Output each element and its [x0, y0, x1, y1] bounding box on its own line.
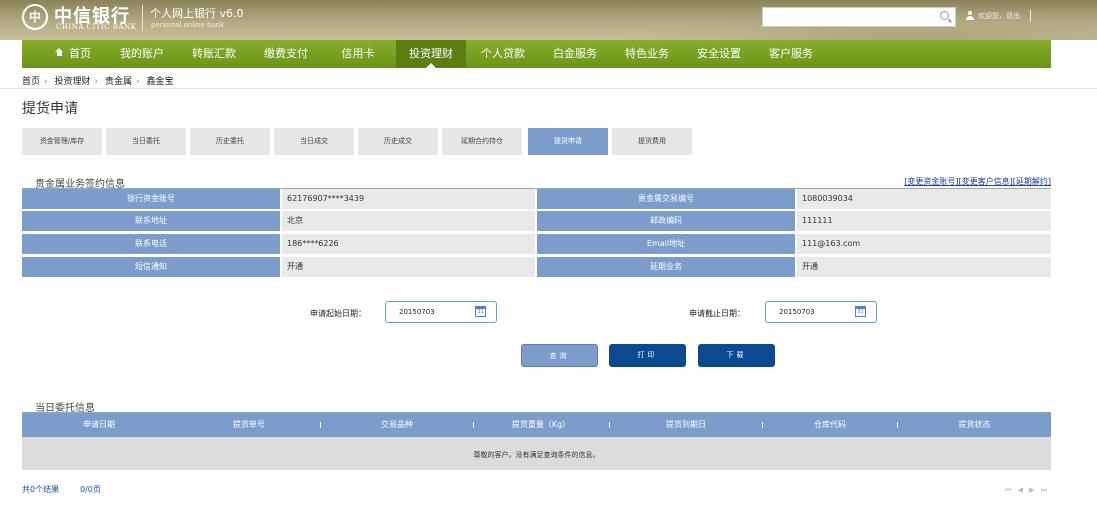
- info-row: 联系电话 186****6226 Email地址 111@163.com: [22, 234, 1051, 254]
- tab-history-orders[interactable]: 历史委托: [190, 128, 272, 155]
- nav-item-payment[interactable]: 缴费支付: [252, 40, 320, 68]
- search-icon[interactable]: [940, 11, 949, 20]
- nav-item-home[interactable]: 首页: [42, 40, 104, 68]
- info-label: 邮政编码: [537, 211, 795, 231]
- info-value: 北京: [282, 211, 535, 231]
- main-nav: 首页 我的账户 转账汇款 缴费支付 信用卡 投资理财 个人贷款 白金服务 特色业…: [22, 40, 1051, 68]
- info-label: 银行资金账号: [22, 189, 280, 209]
- breadcrumb-divider: [0, 88, 1097, 89]
- sign-info-links[interactable]: [变更资金账号][变更客户信息][延期解约]: [904, 176, 1051, 187]
- tab-today-orders[interactable]: 当日委托: [106, 128, 188, 155]
- start-date-label: 申请起始日期：: [310, 309, 366, 318]
- breadcrumb-investment[interactable]: 投资理财: [55, 77, 91, 87]
- start-date-field[interactable]: 20150703 31: [385, 301, 497, 323]
- info-label: Email地址: [537, 234, 795, 254]
- search-input[interactable]: [762, 7, 956, 27]
- nav-item-loans[interactable]: 个人贷款: [468, 40, 538, 68]
- breadcrumb-current: 鑫金宝: [146, 77, 174, 87]
- end-date-label: 申请截止日期：: [689, 309, 745, 318]
- calendar-icon[interactable]: 31: [855, 306, 866, 317]
- nav-item-customer-service[interactable]: 客户服务: [756, 40, 826, 68]
- column-header: 提货重量（Kg）: [511, 420, 571, 429]
- empty-results-message: 尊敬的客户，没有满足查询条件的信息。: [22, 437, 1051, 470]
- end-date-value: 20150703: [779, 308, 815, 316]
- end-date-field[interactable]: 20150703 31: [765, 301, 877, 323]
- bank-name-en: CHINA CITIC BANK: [56, 23, 137, 31]
- info-label: 联系地址: [22, 211, 280, 231]
- user-divider: [1030, 10, 1031, 22]
- info-label: 联系电话: [22, 234, 280, 254]
- nav-item-transfer[interactable]: 转账汇款: [180, 40, 248, 68]
- tab-fund-management[interactable]: 资金管理/库存: [22, 128, 104, 155]
- app-title: 个人网上银行 v6.0: [150, 7, 244, 20]
- breadcrumb-separator: ›: [136, 77, 140, 87]
- tab-history-deals[interactable]: 历史成交: [358, 128, 440, 155]
- result-count: 共0个结果: [22, 485, 60, 494]
- header-banner: 中 中信银行 CHINA CITIC BANK 个人网上银行 v6.0 pers…: [0, 0, 1097, 40]
- column-header: 交易品种: [381, 420, 413, 429]
- query-button[interactable]: 查询: [521, 344, 598, 367]
- nav-item-special[interactable]: 特色业务: [612, 40, 682, 68]
- tab-today-deals[interactable]: 当日成交: [274, 128, 356, 155]
- info-row: 联系地址 北京 邮政编码 111111: [22, 211, 1051, 231]
- user-welcome-text[interactable]: 欢迎您，退出: [978, 11, 1020, 21]
- column-header: 申请日期: [83, 420, 115, 429]
- info-label: 延期业务: [537, 257, 795, 277]
- info-label: 短信通知: [22, 257, 280, 277]
- tab-delivery-application[interactable]: 提货申请: [528, 128, 610, 155]
- nav-item-security[interactable]: 安全设置: [684, 40, 754, 68]
- nav-item-credit-card[interactable]: 信用卡: [324, 40, 392, 68]
- start-date-value: 20150703: [399, 308, 435, 316]
- breadcrumb-separator: ›: [94, 77, 99, 87]
- column-header: 仓库代码: [814, 420, 846, 429]
- breadcrumb-precious-metals[interactable]: 贵金属: [105, 77, 132, 87]
- calendar-icon[interactable]: 31: [475, 306, 486, 317]
- column-header: 提货状态: [958, 420, 991, 429]
- print-button[interactable]: 打印: [609, 344, 686, 367]
- home-icon: [55, 48, 64, 57]
- info-value: 1080039034: [797, 189, 1051, 209]
- column-header: 提货单号: [233, 420, 265, 429]
- nav-item-platinum[interactable]: 白金服务: [540, 40, 610, 68]
- nav-item-my-account[interactable]: 我的账户: [108, 40, 176, 68]
- download-button[interactable]: 下载: [698, 344, 775, 367]
- page-title: 提货申请: [22, 101, 78, 117]
- logo-divider: [142, 5, 143, 31]
- page-indicator: 0/0页: [80, 485, 101, 494]
- info-value: 111@163.com: [797, 234, 1051, 254]
- info-row: 短信通知 开通 延期业务 开通: [22, 257, 1051, 277]
- breadcrumb: 首页 › 投资理财 › 贵金属 › 鑫金宝: [22, 74, 177, 87]
- info-label: 贵金属交易编号: [537, 189, 795, 209]
- bank-logo-icon: 中: [22, 4, 48, 30]
- info-value: 开通: [282, 257, 535, 277]
- info-row: 银行资金账号 62176907****3439 贵金属交易编号 10800390…: [22, 189, 1051, 209]
- info-value: 111111: [797, 211, 1051, 231]
- user-icon: [966, 11, 974, 20]
- app-subtitle: personal online bank: [151, 21, 225, 29]
- breadcrumb-separator: ›: [44, 77, 48, 87]
- column-divider: [320, 422, 321, 428]
- info-value: 62176907****3439: [282, 189, 535, 209]
- nav-item-investment[interactable]: 投资理财: [396, 40, 466, 68]
- pagination-controls[interactable]: ⏮ ◀ ▶ ⏭: [1005, 486, 1049, 495]
- info-value: 186****6226: [282, 234, 535, 254]
- info-value: 开通: [797, 257, 1051, 277]
- results-table-header: 申请日期 提货单号 交易品种 提货重量（Kg） 提货到期日 仓库代码 提货状态: [22, 413, 1051, 437]
- column-header: 提货到期日: [666, 420, 706, 429]
- breadcrumb-home[interactable]: 首页: [22, 77, 40, 87]
- tab-deferred-positions[interactable]: 延期合约持仓: [442, 128, 524, 155]
- tab-delivery-fees[interactable]: 提货费用: [612, 128, 694, 155]
